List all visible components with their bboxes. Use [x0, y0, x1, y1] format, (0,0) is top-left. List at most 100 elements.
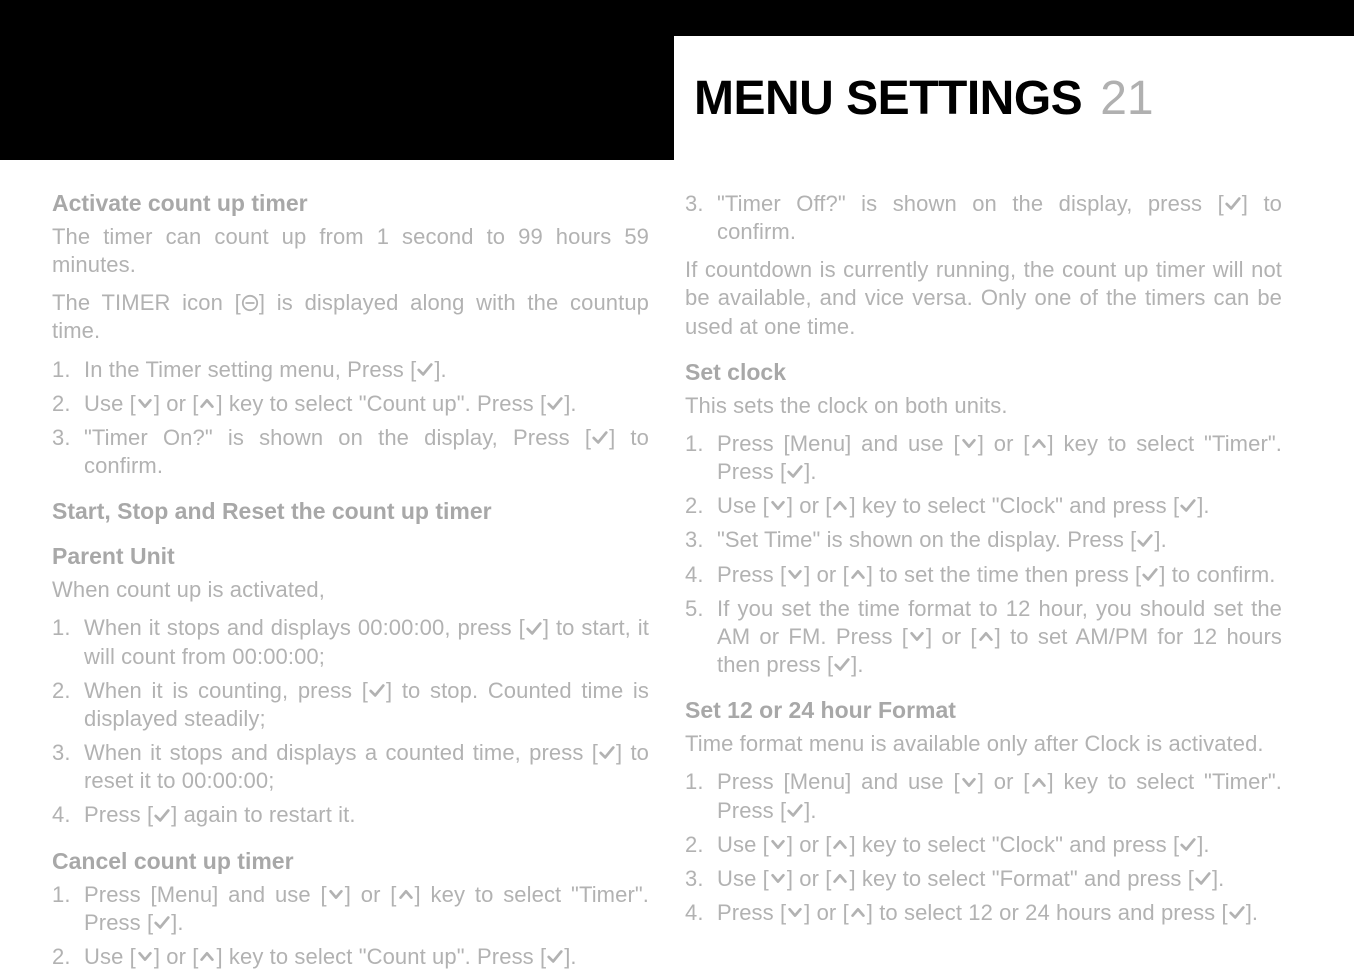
- text-fragment: Press [: [717, 900, 786, 925]
- chevron-up-icon: [1030, 773, 1048, 791]
- text-fragment: ].: [171, 910, 183, 935]
- chevron-up-icon: [849, 903, 867, 921]
- heading-cancel: Cancel count up timer: [52, 848, 649, 875]
- content-area: Activate count up timer The timer can co…: [52, 190, 1282, 924]
- list-item: "Timer On?" is shown on the display, Pre…: [52, 424, 649, 480]
- chevron-down-icon: [786, 903, 804, 921]
- text-fragment: Press [: [84, 802, 153, 827]
- list-item: Press [Menu] and use [] or [] key to sel…: [52, 881, 649, 937]
- heading-parent-unit: Parent Unit: [52, 543, 649, 570]
- check-icon: [833, 655, 851, 673]
- text-fragment: Use [: [717, 493, 769, 518]
- text-fragment: Use [: [717, 866, 769, 891]
- text-fragment: Use [: [84, 944, 136, 969]
- list-item: Use [ ] or [ ] key to select "Format" and …: [685, 865, 1282, 893]
- check-icon: [1194, 869, 1212, 887]
- text-fragment: ].: [804, 459, 816, 484]
- text-fragment: In the Timer setting menu, Press [: [84, 357, 416, 382]
- text-fragment: ] or [: [154, 391, 199, 416]
- text-set-clock-intro: This sets the clock on both units.: [685, 392, 1282, 420]
- chevron-down-icon: [769, 496, 787, 514]
- text-fragment: ].: [564, 944, 576, 969]
- chevron-up-icon: [849, 565, 867, 583]
- check-icon: [1179, 835, 1197, 853]
- right-column: "Timer Off?" is shown on the display, pr…: [685, 190, 1282, 924]
- text-fragment: ] or [: [804, 900, 849, 925]
- chevron-down-icon: [786, 565, 804, 583]
- chevron-up-icon: [831, 835, 849, 853]
- text-timer-note: If countdown is currently running, the c…: [685, 256, 1282, 340]
- text-fragment: ] to select 12 or 24 hours and press [: [867, 900, 1228, 925]
- text-fragment: When it stops and displays 00:00:00, pre…: [84, 615, 525, 640]
- text-fragment: ] to confirm.: [1159, 562, 1275, 587]
- text-fragment: The TIMER icon [: [52, 290, 241, 315]
- text-fragment: ] or [: [804, 562, 849, 587]
- text-fragment: Press [Menu] and use [: [84, 882, 327, 907]
- text-fragment: ] again to restart it.: [171, 802, 355, 827]
- list-item: Use [] or [] key to select "Count up". P…: [52, 943, 649, 971]
- chevron-down-icon: [327, 885, 345, 903]
- text-fragment: ] key to select "Format" and press [: [849, 866, 1193, 891]
- text-fragment: ].: [1212, 866, 1224, 891]
- list-item: Use [] or [] key to select "Clock" and p…: [685, 831, 1282, 859]
- text-fragment: ] or [: [978, 431, 1030, 456]
- check-icon: [1179, 496, 1197, 514]
- list-activate-steps: In the Timer setting menu, Press []. Use …: [52, 356, 649, 481]
- text-fragment: Press [: [717, 562, 786, 587]
- chevron-up-icon: [831, 869, 849, 887]
- text-format-intro: Time format menu is available only after…: [685, 730, 1282, 758]
- text-fragment: ] or [: [787, 866, 832, 891]
- list-item: Press [Menu] and use [] or [] key to sel…: [685, 430, 1282, 486]
- header-bar: MENU SETTINGS 21: [0, 0, 1354, 160]
- chevron-up-icon: [1030, 434, 1048, 452]
- check-icon: [368, 681, 386, 699]
- check-icon: [1224, 194, 1242, 212]
- text-fragment: "Set Time" is shown on the display. Pres…: [717, 527, 1136, 552]
- list-item: When it stops and displays a counted tim…: [52, 739, 649, 795]
- text-fragment: ] to set the time then press [: [867, 562, 1141, 587]
- text-fragment: ].: [1246, 900, 1258, 925]
- check-icon: [525, 619, 543, 637]
- list-item: When it stops and displays 00:00:00, pre…: [52, 614, 649, 670]
- list-item: When it is counting, press [] to stop. C…: [52, 677, 649, 733]
- text-fragment: "Timer On?" is shown on the display, Pre…: [84, 425, 591, 450]
- chevron-down-icon: [769, 835, 787, 853]
- list-item: Press [ ] or [ ] to set the time then pres…: [685, 561, 1282, 589]
- list-item: Use [] or [] key to select "Count up". P…: [52, 390, 649, 418]
- text-fragment: ] or [: [787, 493, 832, 518]
- text-fragment: ] key to select "Count up". Press [: [216, 944, 546, 969]
- list-item: In the Timer setting menu, Press [].: [52, 356, 649, 384]
- text-fragment: When it is counting, press [: [84, 678, 368, 703]
- check-icon: [1228, 903, 1246, 921]
- timer-icon: [241, 294, 259, 312]
- chevron-down-icon: [908, 627, 926, 645]
- chevron-down-icon: [960, 434, 978, 452]
- heading-format: Set 12 or 24 hour Format: [685, 697, 1282, 724]
- text-fragment: When it stops and displays a counted tim…: [84, 740, 598, 765]
- text-fragment: ] or [: [926, 624, 977, 649]
- text-activate-intro: The timer can count up from 1 second to …: [52, 223, 649, 279]
- check-icon: [153, 806, 171, 824]
- list-cancel-continued: "Timer Off?" is shown on the display, pr…: [685, 190, 1282, 246]
- check-icon: [591, 428, 609, 446]
- text-fragment: ] or [: [787, 832, 832, 857]
- heading-start-stop: Start, Stop and Reset the count up timer: [52, 498, 649, 525]
- text-fragment: ].: [1154, 527, 1166, 552]
- chevron-down-icon: [960, 773, 978, 791]
- chevron-up-icon: [831, 496, 849, 514]
- text-fragment: ].: [434, 357, 446, 382]
- text-timer-icon: The TIMER icon [] is displayed along wit…: [52, 289, 649, 345]
- list-item: Use [] or [] key to select "Clock" and p…: [685, 492, 1282, 520]
- check-icon: [786, 462, 804, 480]
- heading-set-clock: Set clock: [685, 359, 1282, 386]
- check-icon: [546, 394, 564, 412]
- page-number: 21: [1100, 71, 1153, 126]
- check-icon: [786, 801, 804, 819]
- chevron-down-icon: [136, 947, 154, 965]
- check-icon: [416, 360, 434, 378]
- text-fragment: Press [Menu] and use [: [717, 769, 960, 794]
- list-format-steps: Press [Menu] and use [] or [] key to sel…: [685, 768, 1282, 927]
- list-parent-steps: When it stops and displays 00:00:00, pre…: [52, 614, 649, 829]
- chevron-up-icon: [977, 627, 995, 645]
- chevron-down-icon: [136, 394, 154, 412]
